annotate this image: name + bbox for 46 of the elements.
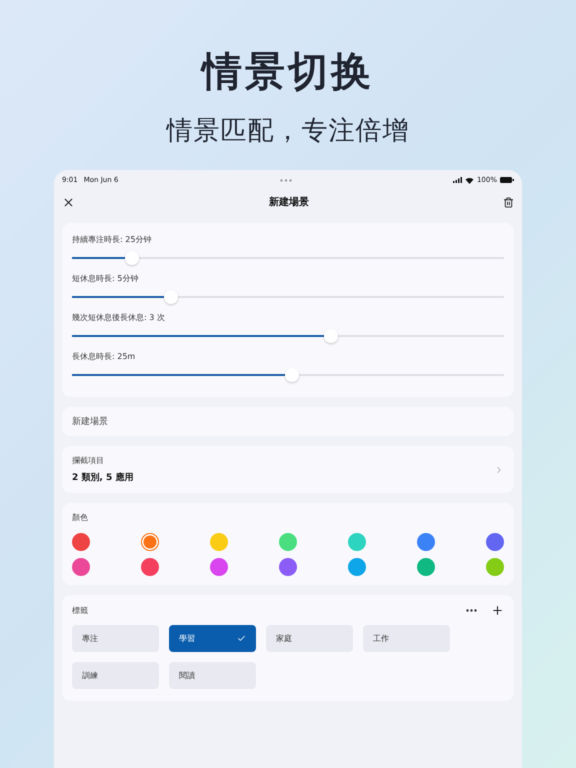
color-swatch[interactable] [210,558,228,576]
battery-icon [500,177,514,183]
slider-label: 持續專注時長: 25分钟 [72,234,152,245]
multitasking-dots-icon[interactable] [280,178,292,182]
close-button[interactable] [62,196,75,208]
nav-title: 新建場景 [269,195,309,209]
slider-label: 短休息時長: 5分钟 [72,273,140,284]
name-field[interactable]: 新建場景 [62,407,514,436]
color-swatch[interactable] [486,558,504,576]
signal-icon [452,177,462,183]
color-swatch[interactable] [348,533,366,551]
tag-chip[interactable]: 工作 [363,625,450,652]
trash-button[interactable] [503,196,514,208]
more-button[interactable] [466,609,477,612]
color-swatch[interactable] [279,533,297,551]
tag-chip[interactable]: 學習 [169,625,256,652]
tag-chip[interactable]: 專注 [72,625,159,652]
blocked-label: 攔截項目 [72,455,105,466]
color-swatch[interactable] [210,533,228,551]
hero-subtitle: 情景匹配，专注倍增 [166,115,410,148]
color-swatch[interactable] [348,558,366,576]
slider-thumb[interactable] [285,368,300,382]
slider-thumb[interactable] [324,329,338,343]
add-button[interactable] [491,604,504,617]
wifi-icon [464,176,474,184]
check-icon [237,634,246,643]
color-swatch[interactable] [279,558,297,576]
hero-title: 情景切换 [202,48,374,97]
color-swatch[interactable] [417,533,435,551]
blocked-items-row[interactable]: 攔截項目 2 類別, 5 應用 [62,446,514,493]
tag-chip[interactable]: 家庭 [266,625,353,652]
blocked-value: 2 類別, 5 應用 [72,471,134,484]
tag-chip[interactable]: 閱讀 [169,662,256,689]
color-swatch[interactable] [486,533,504,551]
color-swatch[interactable] [72,558,90,576]
color-swatch[interactable] [141,558,159,576]
slider-thumb[interactable] [164,290,178,304]
slider-label: 長休息時長: 25m [72,351,136,362]
color-swatch[interactable] [417,558,435,576]
color-swatch[interactable] [72,533,90,551]
color-label: 顏色 [72,512,89,523]
slider-label: 幾次短休息後長休息: 3 次 [72,312,166,323]
color-swatch[interactable] [141,533,159,551]
tag-chip[interactable]: 訓練 [72,662,159,689]
tags-label: 標籤 [72,605,88,616]
slider-thumb[interactable] [125,251,140,265]
